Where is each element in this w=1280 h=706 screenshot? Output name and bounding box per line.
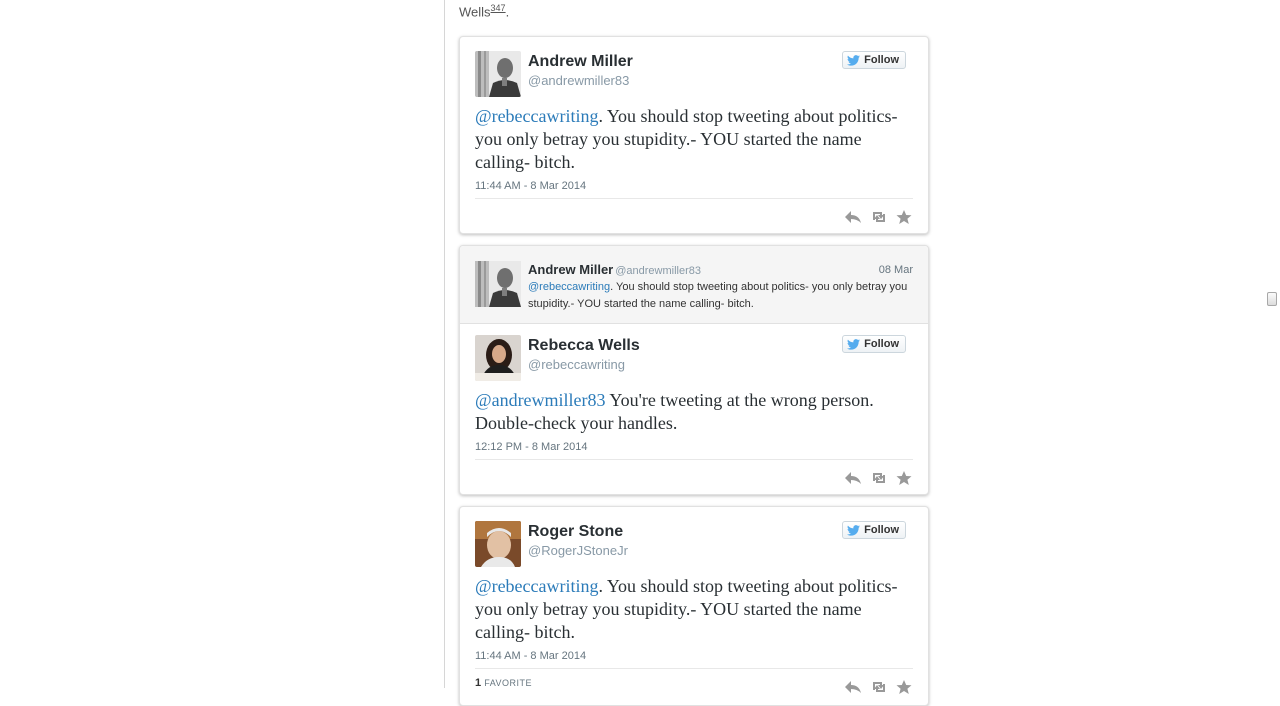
twitter-bird-icon	[847, 338, 861, 350]
embedded-tweet-roger-stone: Roger Stone @RogerJStoneJr Follow @rebec…	[459, 506, 929, 706]
author-handle[interactable]: @andrewmiller83	[528, 73, 629, 88]
mention-link[interactable]: @rebeccawriting	[475, 576, 599, 596]
avatar[interactable]	[475, 51, 521, 97]
twitter-bird-icon	[847, 524, 861, 536]
quoted-author[interactable]: Andrew Miller @andrewmiller83	[528, 262, 701, 277]
tweet-text: @rebeccawriting. You should stop tweetin…	[475, 576, 898, 642]
twitter-bird-icon	[847, 54, 861, 66]
retweet-icon[interactable]	[870, 470, 888, 486]
tweet-date[interactable]: 12:12 PM - 8 Mar 2014	[475, 441, 913, 453]
tweet-header: Roger Stone @RogerJStoneJr Follow	[475, 521, 928, 569]
quoted-date[interactable]: 08 Mar	[879, 264, 913, 276]
tweet-actions	[460, 460, 928, 496]
tweet-actions: 1 FAVORITE	[460, 669, 928, 705]
tweet-date[interactable]: 11:44 AM - 8 Mar 2014	[475, 650, 913, 662]
star-icon[interactable]	[895, 209, 913, 225]
mention-link[interactable]: @rebeccawriting	[528, 281, 610, 293]
avatar[interactable]	[475, 261, 521, 307]
retweet-icon[interactable]	[870, 679, 888, 695]
author-name[interactable]: Rebecca Wells	[528, 337, 640, 355]
follow-button[interactable]: Follow	[842, 51, 906, 69]
star-icon[interactable]	[895, 679, 913, 695]
avatar[interactable]	[475, 335, 521, 381]
tweet-actions	[460, 199, 928, 235]
author-name[interactable]: Roger Stone	[528, 523, 623, 541]
tweet-date[interactable]: 11:44 AM - 8 Mar 2014	[475, 180, 913, 192]
author-name[interactable]: Andrew Miller	[528, 53, 633, 71]
retweet-icon[interactable]	[870, 209, 888, 225]
in-reply-to-tweet[interactable]: Andrew Miller @andrewmiller83 08 Mar @reb…	[460, 246, 928, 324]
mention-link[interactable]: @andrewmiller83	[475, 390, 606, 410]
author-handle[interactable]: @RogerJStoneJr	[528, 543, 628, 558]
footnote-link[interactable]: 347	[491, 3, 506, 13]
tweet-text: @andrewmiller83 You're tweeting at the w…	[475, 390, 874, 433]
intro-text: Wells347.	[459, 3, 510, 20]
follow-button[interactable]: Follow	[842, 521, 906, 539]
tweet-text: @rebeccawriting. You should stop tweetin…	[475, 106, 898, 172]
favorites-count[interactable]: 1 FAVORITE	[475, 677, 532, 689]
author-handle[interactable]: @rebeccawriting	[528, 357, 625, 372]
scrollbar-thumb[interactable]	[1267, 292, 1277, 306]
follow-button[interactable]: Follow	[842, 335, 906, 353]
embedded-tweet-andrew-miller: Andrew Miller @andrewmiller83 Follow @re…	[459, 36, 929, 234]
embedded-tweet-rebecca-wells: Andrew Miller @andrewmiller83 08 Mar @reb…	[459, 245, 929, 495]
tweet-header: Andrew Miller @andrewmiller83 Follow	[475, 51, 928, 99]
page-scrollbar[interactable]	[1264, 0, 1280, 688]
quoted-text: @rebeccawriting. You should stop tweetin…	[528, 281, 908, 310]
content-column-border	[444, 0, 445, 688]
mention-link[interactable]: @rebeccawriting	[475, 106, 599, 126]
reply-icon[interactable]	[844, 209, 862, 225]
tweet-header: Rebecca Wells @rebeccawriting Follow	[475, 335, 928, 383]
reply-icon[interactable]	[844, 470, 862, 486]
reply-icon[interactable]	[844, 679, 862, 695]
star-icon[interactable]	[895, 470, 913, 486]
avatar[interactable]	[475, 521, 521, 567]
